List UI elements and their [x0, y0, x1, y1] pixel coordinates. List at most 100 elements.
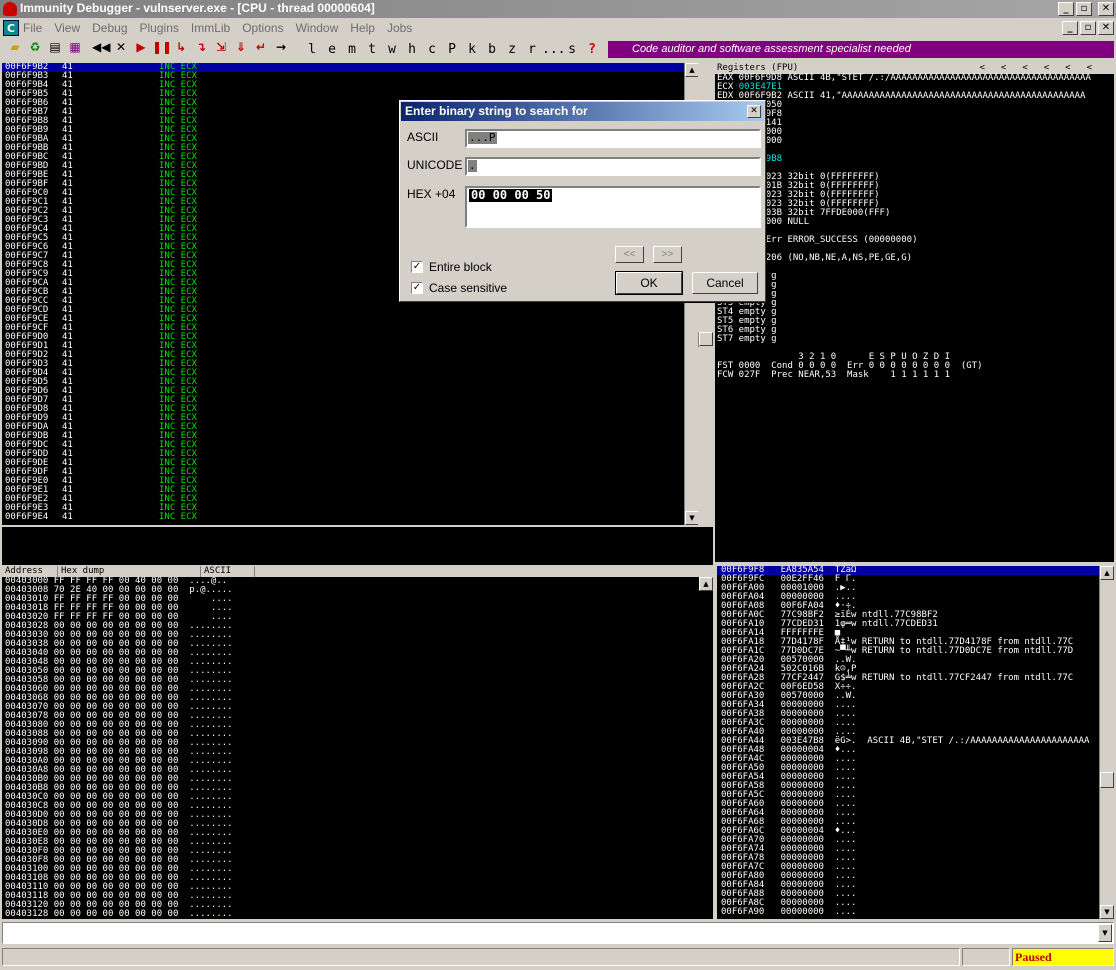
- execute-till-return-icon[interactable]: ↵: [252, 40, 270, 58]
- disassembly-row[interactable]: 00F6F9D4 41 INC ECX: [2, 369, 698, 378]
- disassembly-row[interactable]: 00F6F9CD 41 INC ECX: [2, 306, 698, 315]
- disassembly-row[interactable]: 00F6F9DF 41 INC ECX: [2, 468, 698, 477]
- cancel-button[interactable]: Cancel: [692, 272, 758, 294]
- dump-col-ascii[interactable]: ASCII: [201, 566, 255, 577]
- stack-scroll-thumb[interactable]: [1100, 772, 1114, 788]
- disassembly-row[interactable]: 00F6F9E1 41 INC ECX: [2, 486, 698, 495]
- dump-row[interactable]: 00403128 00 00 00 00 00 00 00 00 .......…: [2, 910, 713, 919]
- stack-pane[interactable]: 00F6F9F8 EA835A54 TZâΩ 00F6F9FC 00E2FF46 …: [717, 566, 1114, 919]
- log-icon[interactable]: ▤: [46, 40, 64, 58]
- disassembly-row[interactable]: 00F6F9E2 41 INC ECX: [2, 495, 698, 504]
- toolbar-s[interactable]: s: [562, 42, 582, 57]
- register-line[interactable]: O 0 LastErr ERROR_SUCCESS (00000000): [715, 236, 1114, 245]
- disassembly-row[interactable]: 00F6F9D6 41 INC ECX: [2, 387, 698, 396]
- disassembly-row[interactable]: 00F6F9D7 41 INC ECX: [2, 396, 698, 405]
- ad-banner[interactable]: Code auditor and software assessment spe…: [608, 41, 1114, 58]
- disassembly-row[interactable]: 00F6F9D2 41 INC ECX: [2, 351, 698, 360]
- toolbar-p[interactable]: P: [442, 42, 462, 57]
- menu-file[interactable]: File: [23, 21, 42, 35]
- child-minimize-button[interactable]: _: [1062, 21, 1078, 35]
- disassembly-row[interactable]: 00F6F9DE 41 INC ECX: [2, 459, 698, 468]
- menu-immlib[interactable]: ImmLib: [191, 21, 230, 35]
- disassembly-row[interactable]: 00F6F9E4 41 INC ECX: [2, 513, 698, 522]
- goto-icon[interactable]: →: [272, 40, 290, 58]
- toolbar-r[interactable]: r: [522, 42, 542, 57]
- disassembly-row[interactable]: 00F6F9DD 41 INC ECX: [2, 450, 698, 459]
- disassembly-row[interactable]: 00F6F9D0 41 INC ECX: [2, 333, 698, 342]
- trace-over-icon[interactable]: ⇓: [232, 40, 250, 58]
- menu-help[interactable]: Help: [350, 21, 375, 35]
- stack-row[interactable]: 00F6FA90 00000000 ....: [717, 908, 1114, 917]
- rewind-icon[interactable]: ◀◀: [92, 40, 110, 58]
- close-button[interactable]: ✕: [1098, 2, 1114, 16]
- disassembly-row[interactable]: 00F6F9DC 41 INC ECX: [2, 441, 698, 450]
- disassembly-row[interactable]: 00F6F9D3 41 INC ECX: [2, 360, 698, 369]
- scroll-down-icon[interactable]: ▼: [685, 511, 698, 525]
- toolbar-k[interactable]: k: [462, 42, 482, 57]
- menu-window[interactable]: Window: [296, 21, 339, 35]
- menu-plugins[interactable]: Plugins: [140, 21, 179, 35]
- disassembly-row[interactable]: 00F6F9D8 41 INC ECX: [2, 405, 698, 414]
- toolbar-help[interactable]: ?: [582, 42, 602, 57]
- stack-scroll-up-icon[interactable]: ▲: [1100, 566, 1114, 580]
- disassembly-row[interactable]: 00F6F9D5 41 INC ECX: [2, 378, 698, 387]
- menu-view[interactable]: View: [54, 21, 80, 35]
- toolbar-b[interactable]: b: [482, 42, 502, 57]
- case-sensitive-checkbox[interactable]: ✓ Case sensitive: [411, 281, 507, 295]
- toolbar-z[interactable]: z: [502, 42, 522, 57]
- search-next-button[interactable]: >>: [653, 246, 682, 263]
- toolbar-more[interactable]: ...: [542, 42, 565, 57]
- scroll-up-icon[interactable]: ▲: [685, 63, 698, 77]
- patterns-icon[interactable]: ▦: [66, 40, 84, 58]
- toolbar-w[interactable]: w: [382, 42, 402, 57]
- child-close-button[interactable]: ✕: [1098, 21, 1114, 35]
- dump-col-address[interactable]: Address: [2, 566, 58, 577]
- stack-scrollbar[interactable]: ▲ ▼: [1099, 566, 1114, 919]
- register-line[interactable]: EIP 00F6F9B8: [715, 155, 1114, 164]
- entire-block-checkbox[interactable]: ✓ Entire block: [411, 260, 492, 274]
- maximize-button[interactable]: ▫: [1076, 2, 1092, 16]
- step-into-icon[interactable]: ↳: [172, 40, 190, 58]
- search-prev-button[interactable]: <<: [615, 246, 644, 263]
- run-icon[interactable]: ▶: [132, 40, 150, 58]
- restart-icon[interactable]: ♻: [26, 40, 44, 58]
- disassembly-row[interactable]: 00F6F9E0 41 INC ECX: [2, 477, 698, 486]
- hex-input[interactable]: 00 00 00 50: [465, 186, 761, 228]
- toolbar-c[interactable]: c: [422, 42, 442, 57]
- step-over-icon[interactable]: ↴: [192, 40, 210, 58]
- disassembly-row[interactable]: 00F6F9DA 41 INC ECX: [2, 423, 698, 432]
- splitter-thumb[interactable]: [698, 332, 713, 347]
- child-restore-button[interactable]: ▫: [1080, 21, 1096, 35]
- open-folder-icon[interactable]: ▰: [6, 40, 24, 58]
- minimize-button[interactable]: _: [1058, 2, 1074, 16]
- menu-options[interactable]: Options: [242, 21, 283, 35]
- ok-button[interactable]: OK: [615, 271, 683, 295]
- dump-scroll-up-icon[interactable]: ▲: [699, 577, 713, 591]
- disassembly-row[interactable]: 00F6F9CE 41 INC ECX: [2, 315, 698, 324]
- unicode-input[interactable]: .: [465, 157, 761, 176]
- toolbar-h[interactable]: h: [402, 42, 422, 57]
- disassembly-row[interactable]: 00F6F9DB 41 INC ECX: [2, 432, 698, 441]
- register-line[interactable]: EFL 00000206 (NO,NB,NE,A,NS,PE,GE,G): [715, 254, 1114, 263]
- dialog-close-icon[interactable]: ✕: [747, 105, 761, 118]
- disassembly-row[interactable]: 00F6F9D1 41 INC ECX: [2, 342, 698, 351]
- register-line[interactable]: FCW 027F Prec NEAR,53 Mask 1 1 1 1 1 1: [715, 371, 1114, 380]
- pause-icon[interactable]: ❚❚: [152, 40, 172, 58]
- trace-into-icon[interactable]: ⇲: [212, 40, 230, 58]
- disassembly-row[interactable]: 00F6F9B3 41 INC ECX: [2, 72, 698, 81]
- registers-pane[interactable]: Registers (FPU) < < < < < < EAX 00F6F9D8…: [715, 63, 1114, 562]
- register-line[interactable]: ST7 empty g: [715, 335, 1114, 344]
- toolbar-l[interactable]: l: [302, 42, 322, 57]
- register-line[interactable]: EDI 00000000: [715, 137, 1114, 146]
- cpu-window-icon[interactable]: C: [3, 20, 19, 36]
- stack-scroll-down-icon[interactable]: ▼: [1100, 905, 1114, 919]
- disassembly-row[interactable]: 00F6F9B2 41 INC ECX: [2, 63, 698, 72]
- dump-col-hex[interactable]: Hex dump: [58, 566, 201, 577]
- disassembly-row[interactable]: 00F6F9B5 41 INC ECX: [2, 90, 698, 99]
- menu-jobs[interactable]: Jobs: [387, 21, 412, 35]
- disassembly-row[interactable]: 00F6F9CF 41 INC ECX: [2, 324, 698, 333]
- disassembly-row[interactable]: 00F6F9B4 41 INC ECX: [2, 81, 698, 90]
- disassembly-row[interactable]: 00F6F9E3 41 INC ECX: [2, 504, 698, 513]
- toolbar-m[interactable]: m: [342, 42, 362, 57]
- command-input[interactable]: [3, 923, 1093, 941]
